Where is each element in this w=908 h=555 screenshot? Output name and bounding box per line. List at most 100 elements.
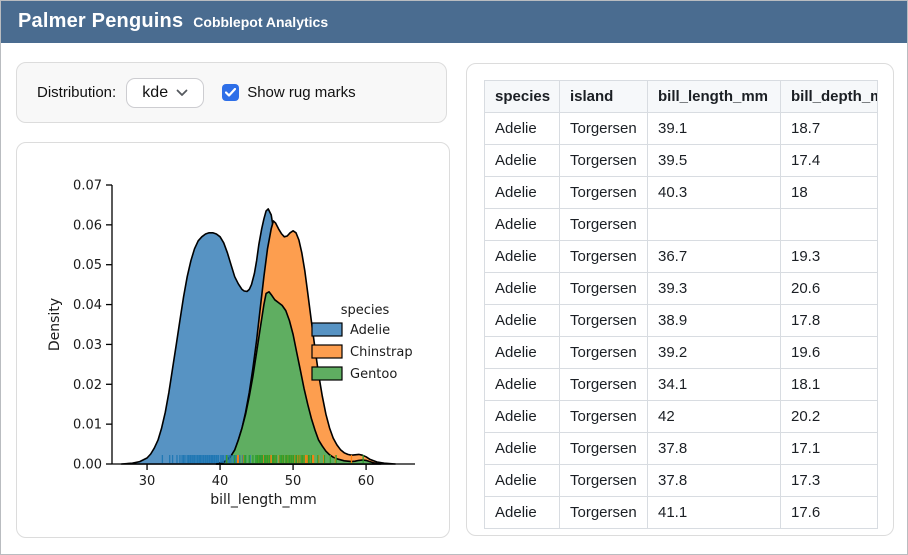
table-cell: 37.8	[648, 465, 781, 497]
table-cell: 39.3	[648, 273, 781, 305]
svg-text:40: 40	[212, 474, 229, 489]
table-cell: 42	[648, 401, 781, 433]
table-row: AdelieTorgersen40.318	[485, 177, 878, 209]
table-cell: 19.3	[781, 241, 878, 273]
table-cell: Torgersen	[560, 113, 648, 145]
table-cell: Adelie	[485, 497, 560, 529]
table-cell: Torgersen	[560, 401, 648, 433]
table-row: AdelieTorgersen39.320.6	[485, 273, 878, 305]
svg-text:0.04: 0.04	[73, 298, 102, 313]
table-row: AdelieTorgersen39.118.7	[485, 113, 878, 145]
table-row: AdelieTorgersen37.817.3	[485, 465, 878, 497]
table-cell: Adelie	[485, 241, 560, 273]
distribution-label: Distribution:	[37, 84, 116, 101]
svg-text:30: 30	[139, 474, 156, 489]
svg-text:0.01: 0.01	[73, 418, 102, 433]
controls-panel: Distribution: kde Show rug marks	[16, 62, 447, 123]
table-cell: 17.3	[781, 465, 878, 497]
table-row: AdelieTorgersen37.817.1	[485, 433, 878, 465]
table-cell: 18.1	[781, 369, 878, 401]
table-cell: 41.1	[648, 497, 781, 529]
kde-chart-panel: 0.00 0.01 0.02 0.03 0.04 0.05 0.06 0.07 30 40 50 60…	[16, 142, 450, 538]
table-header-row: speciesislandbill_length_mmbill_depth_mm	[485, 81, 878, 113]
rug-checkbox[interactable]	[222, 84, 239, 101]
table-cell	[781, 209, 878, 241]
app-header: Palmer Penguins Cobblepot Analytics	[1, 1, 907, 43]
table-cell: Adelie	[485, 401, 560, 433]
table-cell: Adelie	[485, 273, 560, 305]
svg-text:0.05: 0.05	[73, 258, 102, 273]
table-row: AdelieTorgersen39.219.6	[485, 337, 878, 369]
table-cell: Torgersen	[560, 305, 648, 337]
penguin-table: speciesislandbill_length_mmbill_depth_mm…	[484, 80, 878, 529]
table-row: AdelieTorgersen41.117.6	[485, 497, 878, 529]
table-cell: 17.8	[781, 305, 878, 337]
table-cell: Torgersen	[560, 465, 648, 497]
table-cell: 40.3	[648, 177, 781, 209]
table-row: AdelieTorgersen	[485, 209, 878, 241]
svg-text:Adelie: Adelie	[350, 323, 390, 338]
table-cell: Adelie	[485, 209, 560, 241]
table-cell: Adelie	[485, 337, 560, 369]
table-cell: 34.1	[648, 369, 781, 401]
svg-text:Chinstrap: Chinstrap	[350, 345, 413, 360]
table-cell: 18	[781, 177, 878, 209]
table-cell: Torgersen	[560, 337, 648, 369]
table-row: AdelieTorgersen34.118.1	[485, 369, 878, 401]
table-cell: Torgersen	[560, 209, 648, 241]
column-header: island	[560, 81, 648, 113]
table-cell: Adelie	[485, 177, 560, 209]
table-cell: 18.7	[781, 113, 878, 145]
table-cell: 39.5	[648, 145, 781, 177]
svg-text:species: species	[341, 303, 390, 318]
table-cell: 39.2	[648, 337, 781, 369]
table-cell: 39.1	[648, 113, 781, 145]
svg-text:Gentoo: Gentoo	[350, 367, 397, 382]
svg-text:60: 60	[358, 474, 375, 489]
column-header: species	[485, 81, 560, 113]
table-cell: Torgersen	[560, 497, 648, 529]
table-cell: 17.4	[781, 145, 878, 177]
chevron-down-icon	[176, 84, 188, 102]
svg-text:0.03: 0.03	[73, 338, 102, 353]
distribution-select[interactable]: kde	[126, 78, 204, 108]
svg-text:0.00: 0.00	[73, 458, 102, 473]
svg-text:bill_length_mm: bill_length_mm	[210, 492, 316, 508]
table-cell: 17.1	[781, 433, 878, 465]
table-row: AdelieTorgersen39.517.4	[485, 145, 878, 177]
penguin-table-body: AdelieTorgersen39.118.7AdelieTorgersen39…	[485, 113, 878, 529]
svg-text:50: 50	[285, 474, 302, 489]
svg-text:0.02: 0.02	[73, 378, 102, 393]
table-cell: 20.6	[781, 273, 878, 305]
table-cell: 17.6	[781, 497, 878, 529]
table-cell: 38.9	[648, 305, 781, 337]
table-cell: Adelie	[485, 433, 560, 465]
table-cell: 20.2	[781, 401, 878, 433]
svg-text:Density: Density	[47, 298, 63, 351]
column-header: bill_length_mm	[648, 81, 781, 113]
table-cell: Torgersen	[560, 369, 648, 401]
kde-chart: 0.00 0.01 0.02 0.03 0.04 0.05 0.06 0.07 30 40 50 60…	[17, 143, 449, 537]
table-row: AdelieTorgersen4220.2	[485, 401, 878, 433]
table-cell: Adelie	[485, 465, 560, 497]
table-cell: Adelie	[485, 113, 560, 145]
page-title: Palmer Penguins	[18, 10, 183, 33]
svg-text:0.07: 0.07	[73, 179, 102, 194]
table-cell: Torgersen	[560, 273, 648, 305]
data-table-panel: speciesislandbill_length_mmbill_depth_mm…	[466, 63, 894, 536]
table-row: AdelieTorgersen36.719.3	[485, 241, 878, 273]
table-cell: 19.6	[781, 337, 878, 369]
table-cell: Torgersen	[560, 241, 648, 273]
svg-text:0.06: 0.06	[73, 218, 102, 233]
rug-checkbox-label: Show rug marks	[247, 84, 355, 101]
table-cell: 37.8	[648, 433, 781, 465]
table-cell: Adelie	[485, 145, 560, 177]
checkmark-icon	[225, 88, 236, 97]
page-subtitle: Cobblepot Analytics	[193, 14, 328, 30]
table-cell: 36.7	[648, 241, 781, 273]
table-cell: Torgersen	[560, 433, 648, 465]
column-header: bill_depth_mm	[781, 81, 878, 113]
table-cell: Torgersen	[560, 177, 648, 209]
table-cell: Torgersen	[560, 145, 648, 177]
table-cell: Adelie	[485, 305, 560, 337]
